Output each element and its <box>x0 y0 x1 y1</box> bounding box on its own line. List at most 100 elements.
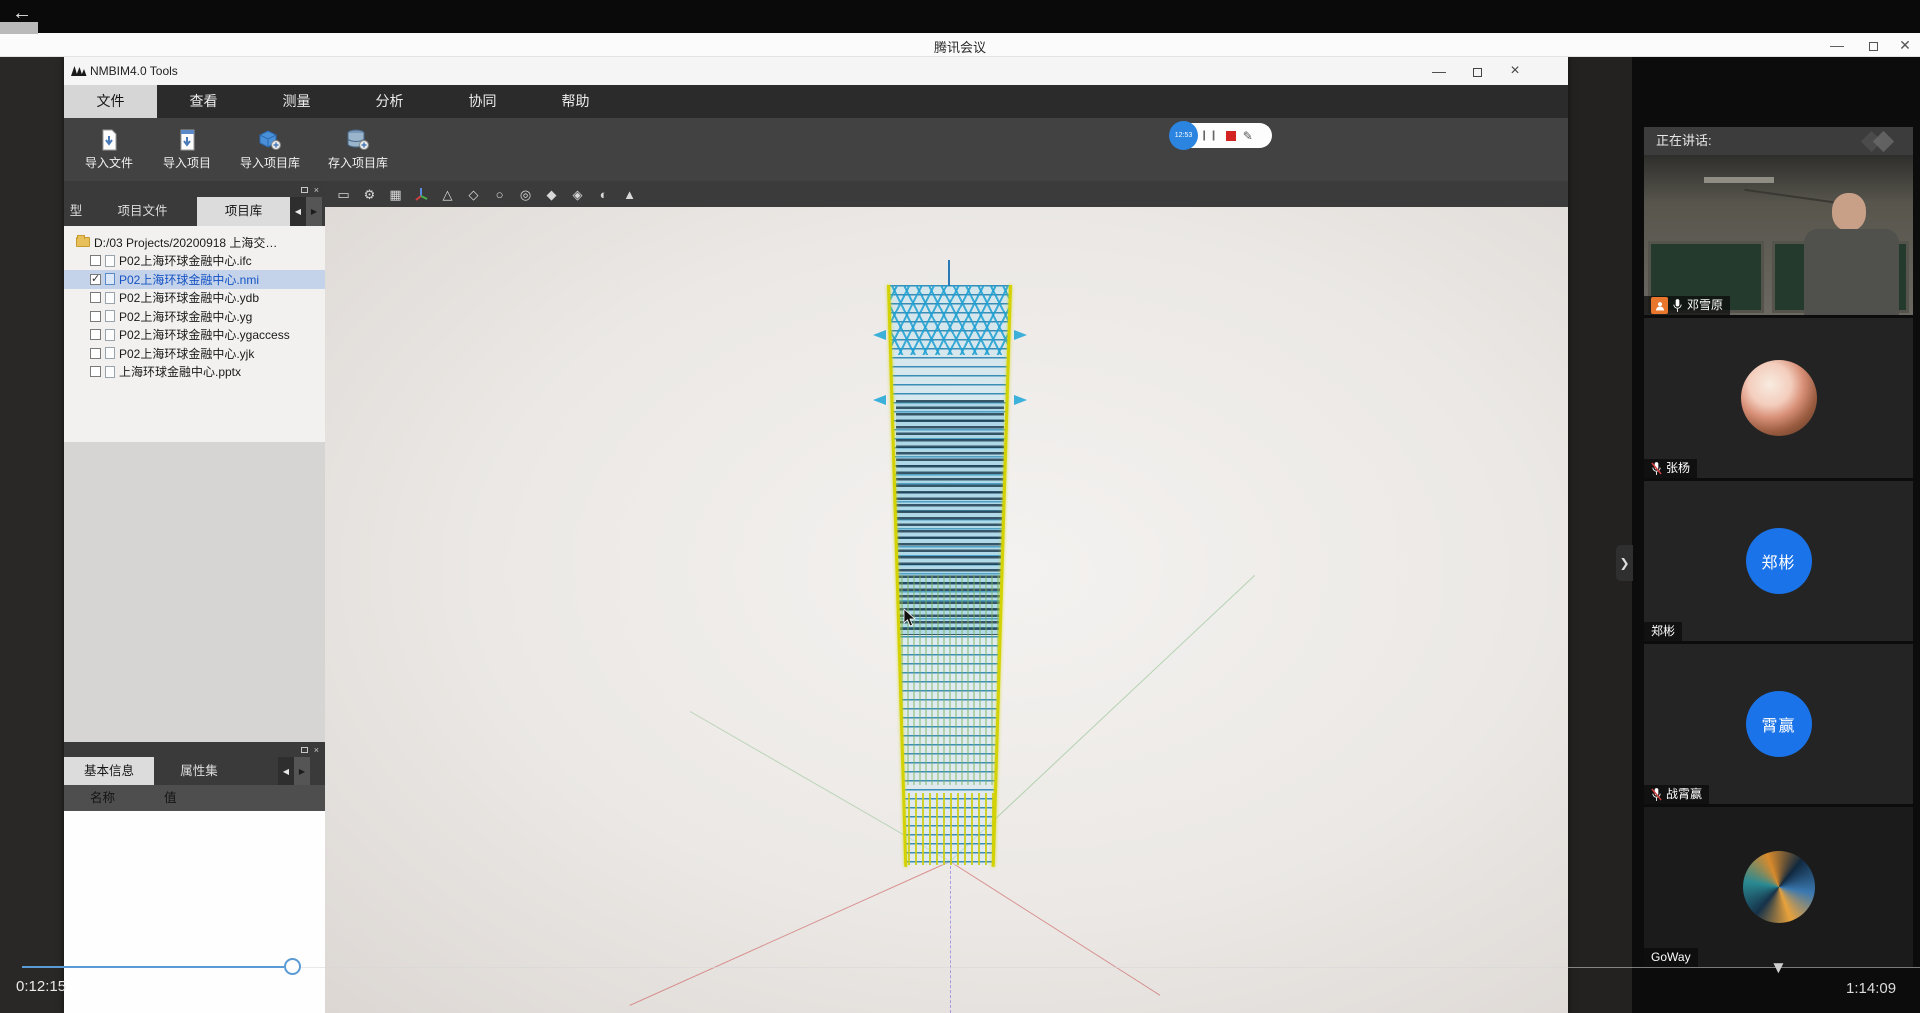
cube-highlight-icon[interactable]: ◇ <box>465 186 482 203</box>
mic-on-icon <box>1672 298 1683 313</box>
checkbox[interactable] <box>90 292 101 303</box>
more-participants-icon[interactable]: ▼ <box>1770 958 1787 978</box>
tree-row[interactable]: P02上海环球金融中心.yjk <box>64 344 325 363</box>
float-panel-icon[interactable] <box>301 747 308 753</box>
app-close-button[interactable]: × <box>1500 59 1530 83</box>
tower-crown-bracing <box>889 285 1011 355</box>
pause-recording-icon[interactable]: ❙❙ <box>1200 130 1219 141</box>
annotate-icon[interactable]: ✎ <box>1243 129 1253 143</box>
file-label: P02上海环球金融中心.nmi <box>119 271 259 288</box>
app-title: NMBIM4.0 Tools <box>90 64 178 78</box>
cube-add-icon[interactable]: ◆ <box>543 186 560 203</box>
participant-name: 战霄赢 <box>1666 785 1702 804</box>
file-label: P02上海环球金融中心.yjk <box>119 345 254 362</box>
column-value: 值 <box>164 785 177 811</box>
tree-row-selected[interactable]: P02上海环球金融中心.nmi <box>64 270 325 289</box>
tree-root-label: D:/03 Projects/20200918 上海交… <box>94 234 277 251</box>
store-library-button[interactable]: 存入项目库 <box>316 122 400 178</box>
app-minimize-button[interactable]: — <box>1424 59 1454 83</box>
checkbox[interactable] <box>90 255 101 266</box>
meeting-titlebar: 腾讯会议 — ✕ <box>0 33 1920 57</box>
stop-recording-icon[interactable] <box>1226 131 1236 141</box>
file-icon <box>105 310 115 322</box>
import-library-icon <box>258 129 282 151</box>
progress-bar-track[interactable] <box>301 967 1920 968</box>
progress-handle[interactable] <box>284 958 301 975</box>
tab-model[interactable]: 型 <box>64 197 88 226</box>
project-panel-tabs: 型 项目文件 项目库 ◀ ▶ <box>64 197 325 226</box>
tower-base-columns <box>894 793 1006 865</box>
checkbox[interactable] <box>90 348 101 359</box>
checkbox[interactable] <box>90 311 101 322</box>
menu-tab-file[interactable]: 文件 <box>64 85 157 118</box>
tabs-scroll-right[interactable]: ▶ <box>306 197 322 226</box>
close-panel-icon[interactable]: × <box>314 745 319 755</box>
menu-tab-help[interactable]: 帮助 <box>529 85 622 118</box>
menu-tab-analyze[interactable]: 分析 <box>343 85 436 118</box>
outrigger <box>873 395 886 405</box>
checkbox[interactable] <box>90 366 101 377</box>
participant-tile[interactable]: GoWay <box>1644 807 1913 967</box>
cube-layers-icon[interactable]: ◐ <box>595 186 612 203</box>
import-project-button[interactable]: 导入项目 <box>150 122 224 178</box>
panel-collapse-handle[interactable]: ❯ <box>1616 545 1633 581</box>
info-tabs-scroll-left[interactable]: ◀ <box>278 757 294 786</box>
close-panel-icon[interactable]: × <box>314 185 319 195</box>
participant-name-chip: 张杨 <box>1644 459 1697 478</box>
tab-project-files[interactable]: 项目文件 <box>88 197 197 226</box>
outrigger <box>1014 395 1027 405</box>
fit-view-icon[interactable]: ▭ <box>335 186 352 203</box>
import-library-button[interactable]: 导入项目库 <box>228 122 312 178</box>
file-label: P02上海环球金融中心.ifc <box>119 252 252 269</box>
meeting-close-button[interactable]: ✕ <box>1890 33 1920 57</box>
meeting-maximize-button[interactable] <box>1858 33 1888 57</box>
viewport-3d[interactable] <box>325 207 1568 1013</box>
tree-row[interactable]: P02上海环球金融中心.ygaccess <box>64 326 325 345</box>
participant-tile[interactable]: 郑彬 郑彬 <box>1644 481 1913 641</box>
app-logo-icon <box>70 64 87 77</box>
tree-row[interactable]: 上海环球金融中心.pptx <box>64 363 325 382</box>
menu-tab-view[interactable]: 查看 <box>157 85 250 118</box>
participant-tile[interactable]: 张杨 <box>1644 318 1913 478</box>
sphere-icon[interactable]: ○ <box>491 186 508 203</box>
axis-triad-icon[interactable] <box>413 186 430 203</box>
settings-gear-icon[interactable]: ⚙ <box>361 186 378 203</box>
participant-panel: 正在讲话: 邓雪原 张杨 <box>1632 57 1920 1013</box>
checkbox-checked[interactable] <box>90 274 101 285</box>
tree-row[interactable]: P02上海环球金融中心.ifc <box>64 252 325 271</box>
tab-partial[interactable] <box>244 757 278 786</box>
app-maximize-button[interactable] <box>1462 59 1492 83</box>
viewport-toolbar: ▭ ⚙ ▦ △ ◇ ○ ◎ ◆ ◈ ◐ ▲ <box>325 181 1568 207</box>
checkbox[interactable] <box>90 329 101 340</box>
tabs-scroll-left[interactable]: ◀ <box>290 197 306 226</box>
total-duration: 1:14:09 <box>1846 980 1896 997</box>
pyramid-add-icon[interactable]: ▲ <box>621 186 638 203</box>
avatar-image <box>1743 851 1815 923</box>
menu-tab-measure[interactable]: 测量 <box>250 85 343 118</box>
participant-tile-video[interactable]: 邓雪原 <box>1644 155 1913 315</box>
property-table-header: 名称 值 <box>64 785 325 811</box>
menubar: 文件 查看 测量 分析 协同 帮助 <box>64 85 1568 118</box>
meeting-minimize-button[interactable]: — <box>1822 33 1852 57</box>
tree-root-row[interactable]: D:/03 Projects/20200918 上海交… <box>64 233 325 252</box>
folder-icon <box>76 237 90 247</box>
y-axis-line <box>950 861 1161 996</box>
participant-tile[interactable]: 霄赢 战霄赢 <box>1644 644 1913 804</box>
cube-icon[interactable]: ◈ <box>569 186 586 203</box>
tree-row[interactable]: P02上海环球金融中心.ydb <box>64 289 325 308</box>
tab-basic-info[interactable]: 基本信息 <box>64 757 154 786</box>
mouse-cursor <box>903 608 917 628</box>
info-tabs-scroll-right[interactable]: ▶ <box>294 757 310 786</box>
perspective-icon[interactable]: △ <box>439 186 456 203</box>
file-icon <box>105 292 115 304</box>
tab-project-library[interactable]: 项目库 <box>197 197 290 226</box>
sphere-axis-icon[interactable]: ◎ <box>517 186 534 203</box>
float-panel-icon[interactable] <box>301 187 308 193</box>
tab-property-set[interactable]: 属性集 <box>154 757 244 786</box>
import-file-button[interactable]: 导入文件 <box>72 122 146 178</box>
snapshot-icon[interactable]: ▦ <box>387 186 404 203</box>
file-icon <box>105 255 115 267</box>
tree-row[interactable]: P02上海环球金融中心.yg <box>64 307 325 326</box>
menu-tab-collaborate[interactable]: 协同 <box>436 85 529 118</box>
progress-bar-elapsed[interactable] <box>22 966 284 968</box>
